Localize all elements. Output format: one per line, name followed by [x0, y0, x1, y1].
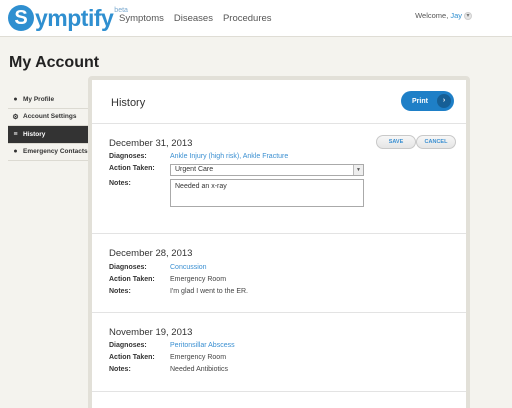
- top-navbar: S ymptify beta Symptoms Diseases Procedu…: [0, 0, 512, 37]
- cancel-button[interactable]: CANCEL: [416, 135, 456, 149]
- panel-title: History: [111, 97, 146, 109]
- print-button[interactable]: Print ›: [401, 91, 454, 111]
- sidebar-item-my-profile[interactable]: ● My Profile: [8, 91, 88, 109]
- notes-label: Notes:: [109, 288, 131, 295]
- nav-procedures[interactable]: Procedures: [223, 13, 272, 24]
- logo-mark-icon: S: [8, 5, 34, 31]
- notes-label: Notes:: [109, 366, 131, 373]
- chevron-down-icon[interactable]: ▾: [464, 11, 472, 20]
- account-sidebar: ● My Profile ⚙ Account Settings ≡ Histor…: [8, 91, 97, 161]
- nav-symptoms[interactable]: Symptoms: [119, 13, 164, 24]
- sidebar-item-label: Account Settings: [23, 113, 77, 121]
- save-button[interactable]: SAVE: [376, 135, 416, 149]
- page-title: My Account: [9, 54, 100, 71]
- sidebar-item-account-settings[interactable]: ⚙ Account Settings: [8, 109, 88, 126]
- nav-diseases[interactable]: Diseases: [174, 13, 213, 24]
- sidebar-item-history[interactable]: ≡ History: [8, 126, 97, 144]
- action-taken-label: Action Taken:: [109, 276, 155, 283]
- welcome-text: Welcome,: [415, 11, 449, 20]
- logo-text: ymptify: [35, 4, 114, 31]
- panel-header: History Print ›: [92, 80, 466, 124]
- welcome-user: Welcome, Jay ▾: [415, 11, 472, 20]
- notes-value: Needed Antibiotics: [170, 366, 228, 373]
- symptify-logo[interactable]: S ymptify beta: [8, 4, 128, 32]
- notes-value: I'm glad I went to the ER.: [170, 288, 248, 295]
- entry-date: December 31, 2013: [109, 138, 193, 149]
- diagnoses-label: Diagnoses:: [109, 153, 147, 160]
- action-taken-label: Action Taken:: [109, 165, 155, 172]
- arrow-right-icon: ›: [437, 94, 451, 108]
- person-icon: ●: [13, 95, 18, 103]
- chevron-down-icon: ▼: [353, 165, 363, 175]
- main-nav: Symptoms Diseases Procedures: [119, 13, 272, 24]
- history-entry: December 31, 2013 SAVE CANCEL Diagnoses:…: [92, 124, 466, 234]
- history-entry: December 28, 2013 Diagnoses: Concussion …: [92, 234, 466, 313]
- sidebar-item-emergency-contacts[interactable]: ● Emergency Contacts: [8, 144, 88, 161]
- people-icon: ●: [13, 148, 18, 156]
- action-taken-value: Urgent Care: [175, 166, 214, 173]
- history-panel: History Print › December 31, 2013 SAVE C…: [88, 76, 470, 408]
- diagnosis-link[interactable]: Peritonsillar Abscess: [170, 342, 235, 349]
- action-taken-select[interactable]: Urgent Care ▼: [170, 164, 364, 176]
- username-link[interactable]: Jay: [450, 11, 462, 20]
- history-entry: November 19, 2013 Diagnoses: Peritonsill…: [92, 313, 466, 392]
- sidebar-item-label: Emergency Contacts: [23, 148, 88, 156]
- notes-textarea[interactable]: Needed an x-ray: [170, 179, 364, 207]
- diagnoses-label: Diagnoses:: [109, 342, 147, 349]
- gear-icon: ⚙: [12, 113, 19, 121]
- list-icon: ≡: [13, 130, 18, 138]
- entry-date: November 19, 2013: [109, 327, 193, 338]
- diagnosis-link[interactable]: Concussion: [170, 264, 207, 271]
- notes-label: Notes:: [109, 180, 131, 187]
- sidebar-item-label: History: [23, 130, 46, 138]
- print-label: Print: [412, 97, 428, 105]
- action-taken-value: Emergency Room: [170, 354, 227, 361]
- sidebar-item-label: My Profile: [23, 95, 55, 103]
- diagnoses-links[interactable]: Ankle Injury (high risk), Ankle Fracture: [170, 153, 288, 160]
- diagnoses-label: Diagnoses:: [109, 264, 147, 271]
- action-taken-value: Emergency Room: [170, 276, 227, 283]
- entry-date: December 28, 2013: [109, 248, 193, 259]
- action-taken-label: Action Taken:: [109, 354, 155, 361]
